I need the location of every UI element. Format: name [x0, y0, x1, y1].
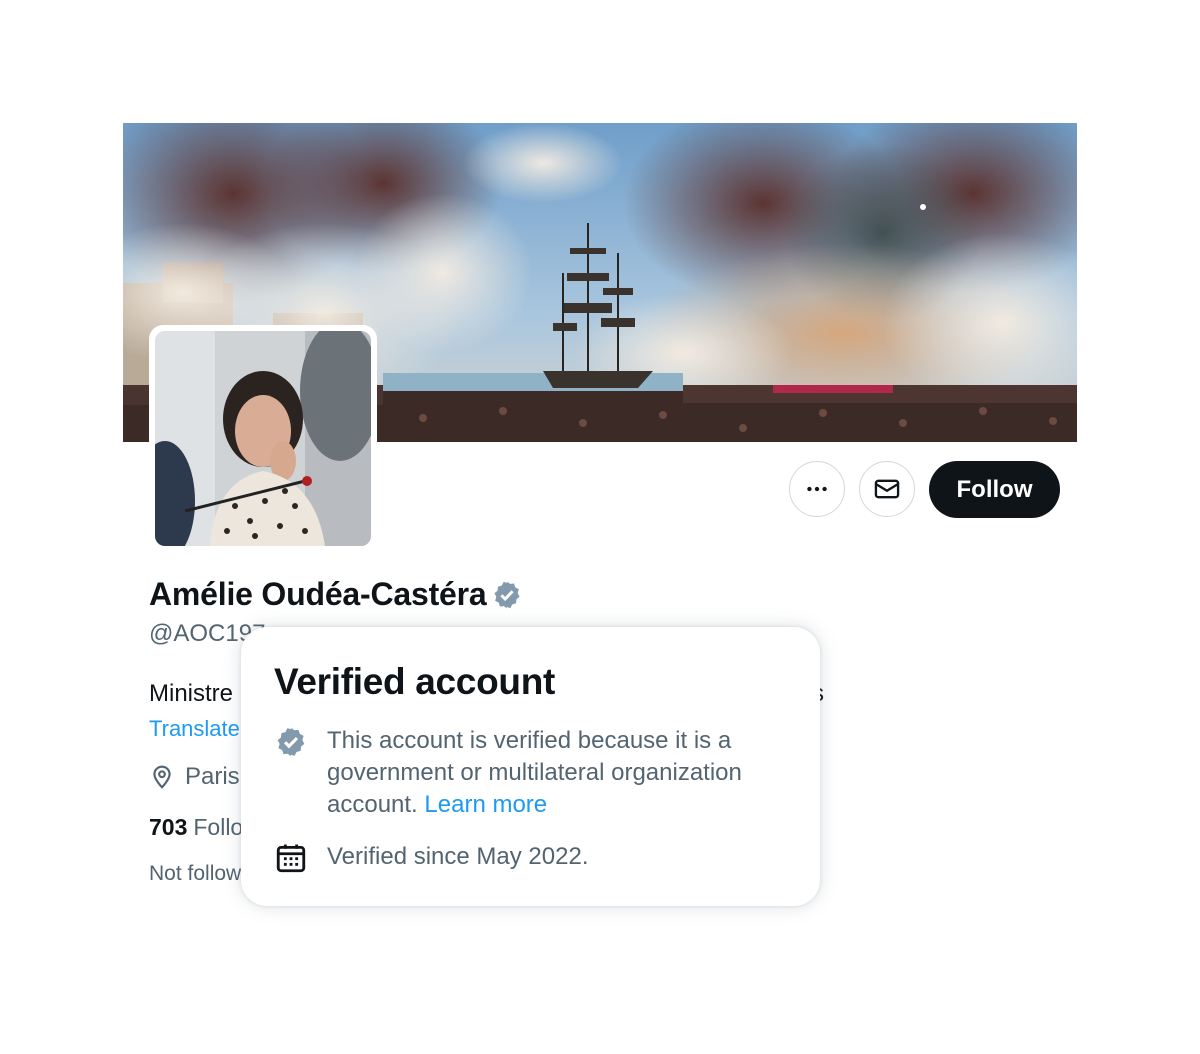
- followers-label: Follo: [193, 814, 244, 840]
- verified-since-row: Verified since May 2022.: [274, 841, 772, 875]
- verified-badge-icon: [277, 727, 305, 757]
- followers-count: 703: [149, 814, 188, 840]
- translate-bio-link[interactable]: Translate: [149, 716, 240, 742]
- not-followed-note: Not follow: [149, 862, 242, 885]
- calendar-icon: [276, 844, 306, 873]
- verified-since-text: Verified since May 2022.: [327, 843, 589, 870]
- location-pin-icon: [153, 765, 171, 789]
- profile-avatar-frame: [149, 325, 377, 552]
- profile-location: Paris: [149, 763, 240, 791]
- profile-bio: Ministre: [149, 680, 234, 707]
- more-horizontal-icon: [807, 486, 827, 492]
- avatar[interactable]: [155, 331, 371, 546]
- follow-button[interactable]: Follow: [929, 461, 1060, 518]
- verified-account-popover: Verified account This account is verifie…: [241, 627, 820, 906]
- verified-reason-text: This account is verified because it is a…: [327, 725, 772, 821]
- profile-name-row: Amélie Oudéa-Castéra: [149, 576, 523, 613]
- display-name: Amélie Oudéa-Castéra: [149, 576, 487, 612]
- learn-more-link[interactable]: Learn more: [424, 791, 547, 818]
- envelope-icon: [874, 479, 900, 499]
- followers-link[interactable]: 703 Follo: [149, 814, 243, 841]
- verified-badge-icon[interactable]: [491, 579, 523, 611]
- message-button[interactable]: [859, 461, 915, 517]
- location-text: Paris: [185, 763, 240, 790]
- verified-reason-row: This account is verified because it is a…: [274, 725, 772, 821]
- more-options-button[interactable]: [789, 461, 845, 517]
- popover-title: Verified account: [274, 661, 556, 702]
